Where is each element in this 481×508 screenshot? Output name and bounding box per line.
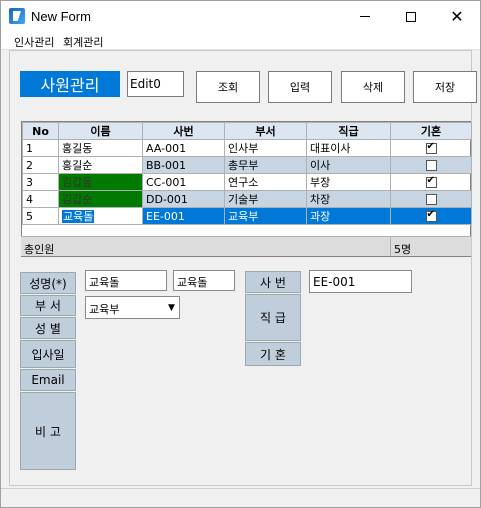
cell-married[interactable] bbox=[390, 173, 472, 191]
name-label: 성명(*) bbox=[20, 272, 76, 294]
edit0-field[interactable]: Edit0 bbox=[127, 71, 184, 97]
chevron-down-icon[interactable]: ▼ bbox=[164, 297, 179, 318]
column-header-married[interactable]: 기혼 bbox=[390, 122, 472, 140]
name-field[interactable]: 교육돌 bbox=[85, 270, 167, 291]
table-row[interactable]: 2 홍길순 BB-001 총무부 이사 bbox=[22, 156, 472, 174]
married-checkbox[interactable] bbox=[425, 175, 437, 188]
total-label: 총인원 bbox=[24, 243, 55, 256]
cell-empno[interactable]: DD-001 bbox=[142, 190, 225, 208]
cell-rank[interactable]: 대표이사 bbox=[306, 139, 391, 157]
empno-label: 사 번 bbox=[245, 271, 301, 293]
column-header-empno[interactable]: 사번 bbox=[142, 122, 225, 140]
column-header-name[interactable]: 이름 bbox=[58, 122, 143, 140]
dept-select-value: 교육부 bbox=[89, 303, 120, 316]
delete-button[interactable]: 삭제 bbox=[341, 71, 405, 103]
close-icon: ✕ bbox=[450, 7, 464, 26]
title-bar: New Form ✕ bbox=[1, 1, 480, 32]
gender-label: 성 별 bbox=[20, 317, 76, 339]
cell-dept[interactable]: 교육부 bbox=[224, 207, 307, 225]
cell-empno[interactable]: BB-001 bbox=[142, 156, 225, 174]
table-row-selected[interactable]: 5 교육돌 EE-001 교육부 과장 bbox=[22, 207, 472, 225]
cell-dept[interactable]: 기술부 bbox=[224, 190, 307, 208]
minimize-button[interactable] bbox=[342, 1, 388, 32]
maximize-icon bbox=[406, 11, 416, 22]
cell-rank[interactable]: 차장 bbox=[306, 190, 391, 208]
cell-dept[interactable]: 연구소 bbox=[224, 173, 307, 191]
main-window: New Form ✕ 인사관리 회계관리 사원관리 Edit0 조회 입력 삭제… bbox=[0, 0, 481, 508]
window-title: New Form bbox=[31, 9, 91, 24]
cell-name[interactable]: 김갑순 bbox=[58, 190, 143, 208]
cell-name-text[interactable]: 교육돌 bbox=[62, 210, 95, 223]
dept-label: 부 서 bbox=[20, 295, 76, 316]
cell-married[interactable] bbox=[390, 207, 472, 225]
app-icon bbox=[9, 8, 25, 24]
cell-rank[interactable]: 부장 bbox=[306, 173, 391, 191]
search-button[interactable]: 조회 bbox=[196, 71, 260, 103]
married-label: 기 혼 bbox=[245, 342, 301, 366]
cell-married[interactable] bbox=[390, 156, 472, 174]
page-title: 사원관리 bbox=[20, 71, 120, 97]
close-button[interactable]: ✕ bbox=[434, 1, 480, 32]
empno-field[interactable]: EE-001 bbox=[309, 270, 412, 293]
minimize-icon bbox=[360, 16, 370, 17]
cell-empno[interactable]: AA-001 bbox=[142, 139, 225, 157]
cell-no: 4 bbox=[22, 190, 59, 208]
grid-footer: 총인원 5명 bbox=[21, 236, 471, 256]
rank-label: 직 급 bbox=[245, 294, 301, 341]
menu-item-hr[interactable]: 인사관리 bbox=[14, 34, 54, 50]
menu-item-accounting[interactable]: 회계관리 bbox=[63, 34, 103, 50]
married-checkbox[interactable] bbox=[425, 194, 437, 205]
cell-married[interactable] bbox=[390, 139, 472, 157]
form-panel: 사원관리 Edit0 조회 입력 삭제 저장 No 이름 사번 부서 직급 기혼 bbox=[9, 50, 477, 486]
grid-header-row: No 이름 사번 부서 직급 기혼 bbox=[22, 122, 472, 140]
table-row[interactable]: 1 홍길동 AA-001 인사부 대표이사 bbox=[22, 139, 472, 157]
married-checkbox[interactable] bbox=[425, 160, 437, 171]
table-row[interactable]: 4 김갑순 DD-001 기술부 차장 bbox=[22, 190, 472, 208]
cell-married[interactable] bbox=[390, 190, 472, 208]
save-button[interactable]: 저장 bbox=[413, 71, 477, 103]
table-row[interactable]: 3 김갑돌 CC-001 연구소 부장 bbox=[22, 173, 472, 191]
cell-name[interactable]: 홍길동 bbox=[58, 139, 143, 157]
cell-rank[interactable]: 과장 bbox=[306, 207, 391, 225]
cell-no: 5 bbox=[22, 207, 59, 225]
menu-bar: 인사관리 회계관리 bbox=[1, 32, 480, 50]
married-checkbox[interactable] bbox=[425, 209, 437, 222]
cell-empno[interactable]: CC-001 bbox=[142, 173, 225, 191]
cell-name[interactable]: 김갑돌 bbox=[58, 173, 143, 191]
married-checkbox[interactable] bbox=[425, 141, 437, 154]
cell-name-editing[interactable]: 교육돌 bbox=[58, 207, 143, 225]
cell-empno[interactable]: EE-001 bbox=[142, 207, 225, 225]
cell-name[interactable]: 홍길순 bbox=[58, 156, 143, 174]
total-count: 5명 bbox=[390, 237, 414, 256]
column-header-no[interactable]: No bbox=[22, 122, 59, 140]
cell-no: 3 bbox=[22, 173, 59, 191]
cell-no: 2 bbox=[22, 156, 59, 174]
column-header-rank[interactable]: 직급 bbox=[306, 122, 391, 140]
note-label: 비 고 bbox=[20, 392, 76, 470]
name-field-2[interactable]: 교육돌 bbox=[173, 270, 235, 291]
cell-no: 1 bbox=[22, 139, 59, 157]
email-label: Email bbox=[20, 369, 76, 391]
cell-rank[interactable]: 이사 bbox=[306, 156, 391, 174]
input-button[interactable]: 입력 bbox=[268, 71, 332, 103]
column-header-dept[interactable]: 부서 bbox=[224, 122, 307, 140]
dept-select[interactable]: 교육부 ▼ bbox=[85, 296, 180, 319]
maximize-button[interactable] bbox=[388, 1, 434, 32]
cell-dept[interactable]: 인사부 bbox=[224, 139, 307, 157]
cell-dept[interactable]: 총무부 bbox=[224, 156, 307, 174]
hire-date-label: 입사일 bbox=[20, 340, 76, 368]
status-bar bbox=[1, 488, 480, 507]
